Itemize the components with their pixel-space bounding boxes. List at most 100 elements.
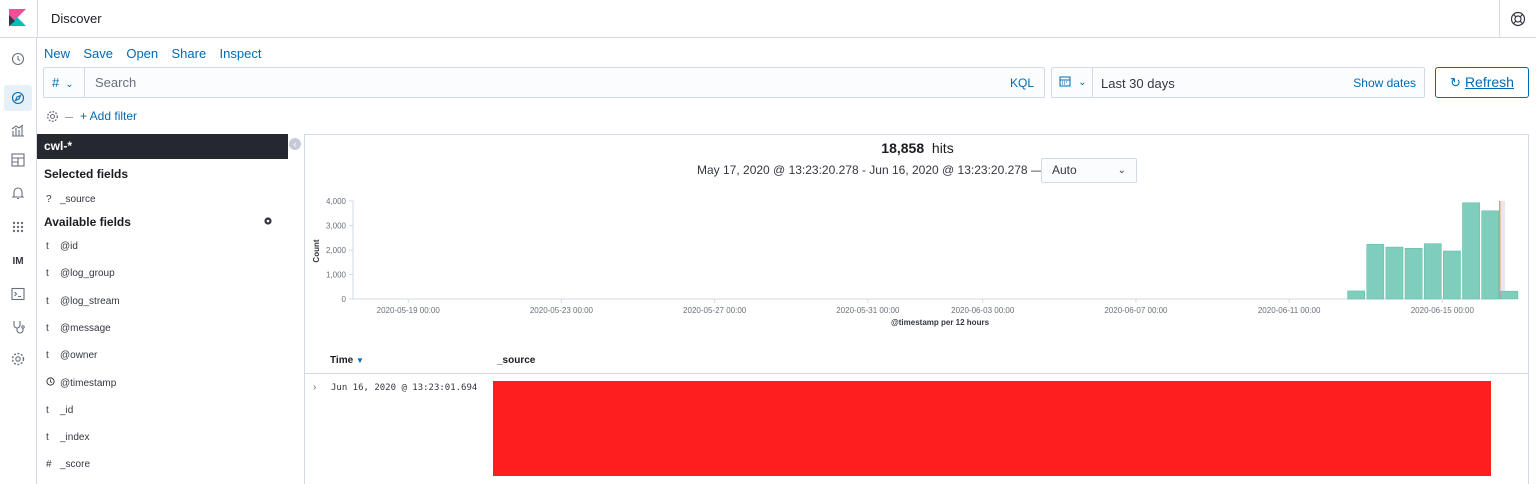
field-name: _source — [60, 194, 96, 205]
partial-bucket-shade — [1499, 201, 1505, 299]
field-item[interactable]: t @id — [46, 241, 78, 252]
field-item[interactable]: t _index — [46, 432, 89, 443]
console-icon[interactable] — [10, 286, 26, 302]
clock-icon[interactable] — [10, 51, 26, 67]
index-pattern-selector[interactable]: cwl-* — [37, 134, 288, 159]
query-language-button[interactable]: # ⌄ — [44, 68, 85, 97]
field-type-string-icon: t — [46, 241, 49, 252]
field-name: @message — [60, 323, 111, 334]
open-button[interactable]: Open — [126, 46, 158, 61]
refresh-button[interactable]: ↻ Refresh — [1435, 67, 1529, 98]
field-type-number-icon: # — [46, 459, 52, 470]
help-icon[interactable] — [1510, 11, 1526, 27]
date-picker: ⌄ Last 30 days Show dates — [1051, 67, 1425, 98]
redacted-source-block — [493, 381, 1491, 476]
chevron-down-icon: ⌄ — [1117, 165, 1126, 176]
field-item[interactable]: t @log_stream — [46, 296, 120, 307]
inspect-button[interactable]: Inspect — [220, 46, 262, 61]
field-type-string-icon: t — [46, 432, 49, 443]
field-item[interactable]: t @log_group — [46, 268, 115, 279]
add-filter-button[interactable]: + Add filter — [80, 109, 137, 123]
available-fields-title: Available fields — [44, 215, 131, 229]
field-type-string-icon: t — [46, 405, 49, 416]
visualize-icon[interactable] — [10, 122, 26, 138]
x-tick-label: 2020-05-19 00:00 — [377, 306, 441, 315]
field-item[interactable]: t @message — [46, 323, 111, 334]
interval-select[interactable]: Auto ⌄ — [1041, 158, 1137, 183]
save-button[interactable]: Save — [83, 46, 113, 61]
field-type-string-icon: t — [46, 323, 49, 334]
y-tick-label: 1,000 — [326, 271, 347, 280]
header-divider — [1499, 0, 1500, 38]
field-name: @log_stream — [60, 296, 120, 307]
y-axis-title: Count — [312, 239, 321, 262]
field-item[interactable]: t _id — [46, 405, 73, 416]
filter-separator — [65, 117, 73, 118]
y-tick-label: 4,000 — [326, 197, 347, 206]
histogram-bar — [1385, 246, 1404, 300]
selected-fields-title: Selected fields — [44, 167, 129, 181]
hits-label: hits — [931, 140, 954, 156]
sort-down-icon[interactable]: ▼ — [356, 356, 364, 365]
calendar-icon — [1059, 76, 1071, 87]
x-tick-label: 2020-05-23 00:00 — [530, 306, 594, 315]
x-tick-label: 2020-06-15 00:00 — [1411, 306, 1475, 315]
field-settings-icon[interactable] — [263, 216, 273, 226]
histogram-bar — [1347, 290, 1365, 300]
x-tick-label: 2020-06-07 00:00 — [1104, 306, 1168, 315]
header-divider — [37, 0, 38, 38]
refresh-label: Refresh — [1464, 74, 1514, 90]
histogram-chart: 0 1,000 2,000 3,000 4,000 Count 2020-05-19 00:… — [312, 197, 1519, 327]
apps-grid-icon[interactable] — [10, 219, 26, 235]
field-item[interactable]: # _score — [46, 459, 90, 470]
field-item[interactable]: @timestamp — [46, 377, 116, 389]
column-header-label: Time — [330, 355, 354, 366]
chevron-down-icon: ⌄ — [1078, 77, 1087, 88]
expand-row-icon[interactable]: › — [313, 382, 316, 393]
field-item[interactable]: ? _source — [46, 194, 96, 205]
y-tick-label: 3,000 — [326, 222, 347, 231]
field-type-string-icon: t — [46, 296, 49, 307]
alerting-icon[interactable] — [10, 185, 26, 201]
date-range-label: Last 30 days — [1101, 76, 1175, 91]
left-nav: IM — [0, 38, 37, 484]
histogram-bar — [1462, 202, 1480, 300]
quick-select-button[interactable]: ⌄ — [1052, 68, 1093, 97]
new-button[interactable]: New — [44, 46, 70, 61]
field-type-date-clock-icon — [46, 377, 60, 389]
hits-count: 18,858 hits — [305, 140, 1530, 156]
query-bar: #⌄ KQL — [43, 67, 1045, 98]
x-tick-label: 2020-06-11 00:00 — [1258, 306, 1321, 315]
field-item[interactable]: t @owner — [46, 350, 97, 361]
field-name: @id — [60, 241, 78, 252]
filter-settings-icon[interactable] — [46, 110, 59, 123]
field-type-string-icon: t — [46, 268, 49, 279]
dashboard-icon[interactable] — [10, 152, 26, 168]
app-title: Discover — [51, 11, 102, 26]
kibana-logo-icon[interactable] — [9, 9, 26, 26]
hits-number: 18,858 — [881, 140, 925, 156]
kql-toggle[interactable]: KQL — [1010, 76, 1034, 90]
field-name: @timestamp — [60, 378, 117, 389]
histogram-bar — [1481, 210, 1500, 300]
field-name: _id — [60, 405, 74, 416]
stethoscope-icon[interactable] — [10, 319, 26, 335]
show-dates-button[interactable]: Show dates — [1353, 76, 1416, 90]
results-panel: 18,858 hits May 17, 2020 @ 13:23:20.278 … — [304, 134, 1529, 484]
table-header: Time ▼ _source — [330, 355, 1520, 372]
field-name: @log_group — [60, 268, 115, 279]
share-button[interactable]: Share — [172, 46, 207, 61]
compass-icon[interactable] — [10, 90, 26, 106]
search-input[interactable] — [86, 68, 986, 97]
x-tick-label: 2020-06-03 00:00 — [951, 306, 1015, 315]
field-name: _index — [60, 432, 90, 443]
field-type-unknown-icon: ? — [46, 194, 52, 205]
column-header-time[interactable]: Time ▼ — [330, 355, 364, 366]
histogram-bar — [1443, 250, 1461, 300]
collapse-sidebar-icon[interactable]: ‹ — [289, 138, 301, 150]
gear-icon[interactable] — [10, 351, 26, 367]
field-type-string-icon: t — [46, 350, 49, 361]
im-nav-item[interactable]: IM — [10, 254, 26, 270]
y-tick-label: 0 — [342, 295, 347, 304]
histogram-bar — [1366, 244, 1385, 300]
